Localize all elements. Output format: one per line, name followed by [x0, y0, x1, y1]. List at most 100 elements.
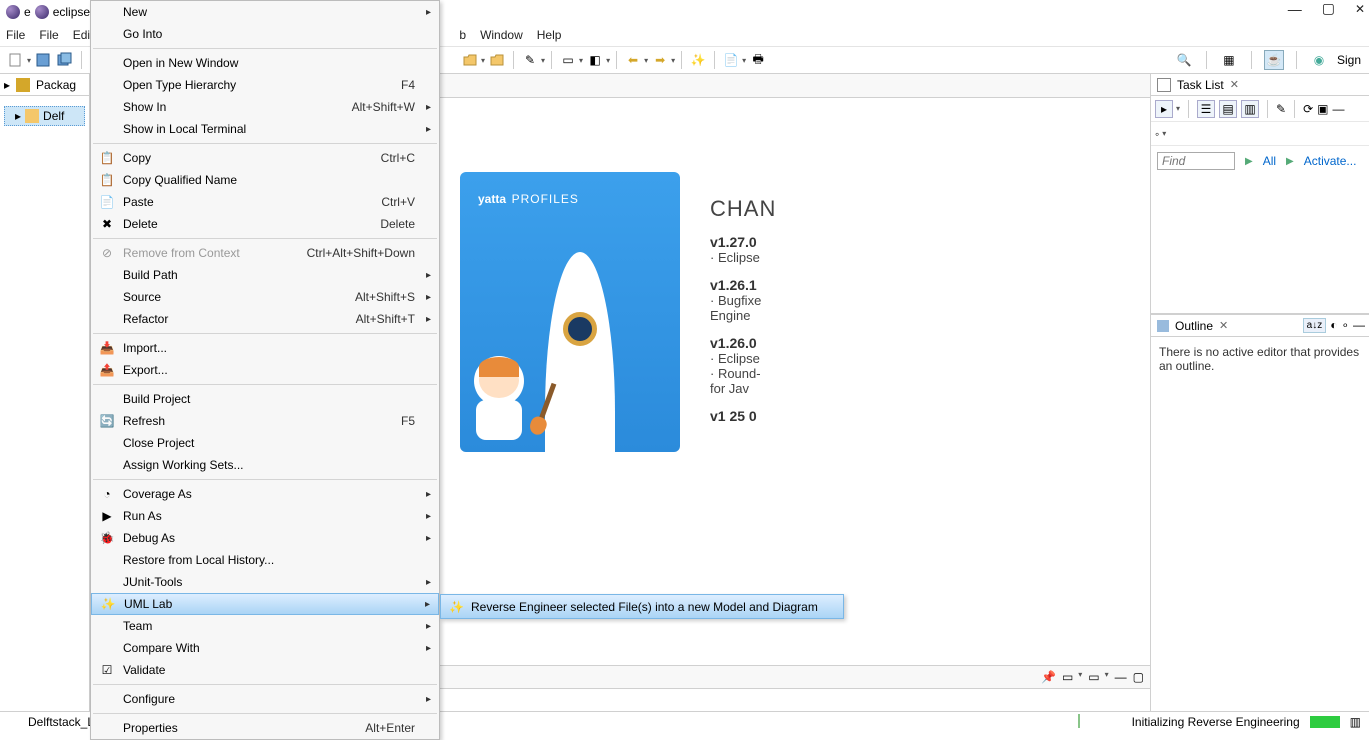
dropdown-icon[interactable]: ▾: [606, 56, 610, 65]
menu-partial[interactable]: b: [459, 28, 466, 42]
menu-item-junit-tools[interactable]: JUnit-Tools▸: [91, 571, 439, 593]
close-tab-icon[interactable]: ✕: [1219, 319, 1228, 332]
menu-item-coverage-as[interactable]: ◔Coverage As▸: [91, 483, 439, 505]
menu-item-build-path[interactable]: Build Path▸: [91, 264, 439, 286]
doc-icon[interactable]: 📄: [721, 50, 741, 70]
menu-file[interactable]: File: [6, 28, 25, 42]
menu-item-run-as[interactable]: ▶Run As▸: [91, 505, 439, 527]
menu-item-new[interactable]: New▸: [91, 1, 439, 23]
tree-item[interactable]: ▸ Delf: [4, 106, 85, 126]
menu-window[interactable]: Window: [480, 28, 523, 42]
task-new-icon[interactable]: ▸: [1155, 100, 1173, 118]
menu-item-debug-as[interactable]: 🐞Debug As▸: [91, 527, 439, 549]
filter-icon[interactable]: ▸: [4, 78, 10, 92]
search-icon[interactable]: 🔍: [1174, 50, 1194, 70]
open-icon[interactable]: [460, 50, 480, 70]
menu-item-refresh[interactable]: 🔄RefreshF5: [91, 410, 439, 432]
menu-item-build-project[interactable]: Build Project: [91, 388, 439, 410]
java-perspective-icon[interactable]: ☕: [1264, 50, 1284, 70]
maximize-icon[interactable]: ▢: [1133, 670, 1144, 684]
package-explorer-tab[interactable]: Packag: [36, 78, 76, 92]
dropdown-icon[interactable]: ▾: [27, 56, 31, 65]
menu-item-close-project[interactable]: Close Project: [91, 432, 439, 454]
sort-icon[interactable]: a↓z: [1303, 318, 1327, 333]
task-collapse-icon[interactable]: ▣: [1317, 102, 1328, 116]
submenu-item[interactable]: ✨ Reverse Engineer selected File(s) into…: [440, 594, 844, 619]
menu-item-delete[interactable]: ✖DeleteDelete: [91, 213, 439, 235]
task-tree-icon[interactable]: ☰: [1197, 100, 1215, 118]
sign-label[interactable]: Sign: [1337, 53, 1361, 67]
menu-help[interactable]: Help: [537, 28, 562, 42]
dropdown-icon[interactable]: ▾: [579, 56, 583, 65]
forward-icon[interactable]: ➡: [650, 50, 670, 70]
menu-item-show-in[interactable]: Show InAlt+Shift+W▸: [91, 96, 439, 118]
menu-item-copy-qualified-name[interactable]: 📋Copy Qualified Name: [91, 169, 439, 191]
toggle-icon[interactable]: ◧: [585, 50, 605, 70]
menu-item-configure[interactable]: Configure▸: [91, 688, 439, 710]
menu-item-go-into[interactable]: Go Into: [91, 23, 439, 45]
account-icon[interactable]: ◉: [1309, 50, 1329, 70]
dropdown-icon[interactable]: ▾: [742, 56, 746, 65]
close-window-button[interactable]: ✕: [1355, 2, 1365, 16]
box-icon[interactable]: ▭: [558, 50, 578, 70]
task-tool-icon[interactable]: ✎: [1276, 102, 1286, 116]
expander-icon[interactable]: ▸: [15, 109, 21, 123]
menu-item-open-in-new-window[interactable]: Open in New Window: [91, 52, 439, 74]
pin-icon[interactable]: 📌: [1041, 670, 1056, 684]
print-icon[interactable]: 🖶: [748, 50, 768, 70]
dropdown-icon[interactable]: ▾: [481, 56, 485, 65]
menu-item-restore-from-local-history-[interactable]: Restore from Local History...: [91, 549, 439, 571]
progress-icon[interactable]: ▥: [1350, 715, 1361, 729]
menu-item-team[interactable]: Team▸: [91, 615, 439, 637]
toggle-icon[interactable]: ◐: [1330, 318, 1337, 333]
menu-item-export-[interactable]: 📤Export...: [91, 359, 439, 381]
menu-item-label: Assign Working Sets...: [123, 458, 244, 472]
find-input[interactable]: [1157, 152, 1235, 170]
menu-item-show-in-local-terminal[interactable]: Show in Local Terminal▸: [91, 118, 439, 140]
tool-icon[interactable]: ✎: [520, 50, 540, 70]
task-flat-icon[interactable]: ▤: [1219, 100, 1237, 118]
outline-tab[interactable]: Outline: [1175, 319, 1213, 333]
minimize-icon[interactable]: —: [1115, 670, 1127, 684]
run-icon: ▶: [99, 508, 115, 524]
dropdown-icon[interactable]: ▾: [671, 56, 675, 65]
close-tab-icon[interactable]: ✕: [1230, 78, 1239, 91]
menu-item-copy[interactable]: 📋CopyCtrl+C: [91, 147, 439, 169]
perspective-icon[interactable]: ▦: [1219, 50, 1239, 70]
project-icon: [25, 109, 39, 123]
dropdown-icon[interactable]: ▾: [541, 56, 545, 65]
new-icon[interactable]: [6, 50, 26, 70]
menu-item-properties[interactable]: PropertiesAlt+Enter: [91, 717, 439, 739]
menu-file[interactable]: File: [39, 28, 58, 42]
back-icon[interactable]: ⬅: [623, 50, 643, 70]
activate-link[interactable]: Activate...: [1304, 154, 1357, 168]
dropdown-icon[interactable]: ▾: [644, 56, 648, 65]
profiles-card[interactable]: yatta PROFILES: [460, 172, 680, 452]
wand-icon[interactable]: ✨: [688, 50, 708, 70]
open-console-icon[interactable]: ▭: [1062, 670, 1073, 684]
toggle-icon[interactable]: ∘: [1341, 318, 1349, 333]
tool-icon[interactable]: ▭: [1088, 670, 1099, 684]
task-sync-icon[interactable]: ⟳: [1303, 102, 1313, 116]
menu-item-validate[interactable]: ☑Validate: [91, 659, 439, 681]
menu-item-remove-from-context[interactable]: ⊘Remove from ContextCtrl+Alt+Shift+Down: [91, 242, 439, 264]
minimize-icon[interactable]: —: [1332, 102, 1344, 116]
task-category-icon[interactable]: ▥: [1241, 100, 1259, 118]
all-link[interactable]: All: [1263, 154, 1276, 168]
menu-item-uml-lab[interactable]: ✨UML Lab▸: [91, 593, 439, 615]
menu-item-import-[interactable]: 📥Import...: [91, 337, 439, 359]
menu-item-assign-working-sets-[interactable]: Assign Working Sets...: [91, 454, 439, 476]
save-icon[interactable]: [33, 50, 53, 70]
menu-item-open-type-hierarchy[interactable]: Open Type HierarchyF4: [91, 74, 439, 96]
minimize-button[interactable]: —: [1288, 1, 1302, 17]
menu-item-refactor[interactable]: RefactorAlt+Shift+T▸: [91, 308, 439, 330]
maximize-button[interactable]: ▢: [1322, 0, 1335, 17]
task-menu-icon[interactable]: ◦: [1155, 127, 1159, 141]
tasklist-tab[interactable]: Task List: [1177, 78, 1224, 92]
menu-item-paste[interactable]: 📄PasteCtrl+V: [91, 191, 439, 213]
menu-item-compare-with[interactable]: Compare With▸: [91, 637, 439, 659]
folder-icon[interactable]: [487, 50, 507, 70]
menu-item-source[interactable]: SourceAlt+Shift+S▸: [91, 286, 439, 308]
save-all-icon[interactable]: [55, 50, 75, 70]
minimize-icon[interactable]: —: [1353, 318, 1365, 333]
